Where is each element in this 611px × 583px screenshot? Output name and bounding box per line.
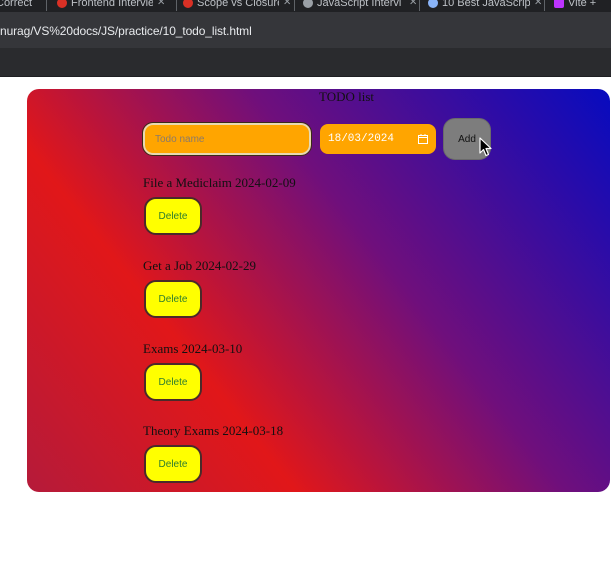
calendar-icon[interactable] — [418, 134, 428, 144]
todo-item: File a Mediclaim 2024-02-09 Delete — [143, 175, 296, 235]
tab-title: JavaScript Intervi — [317, 0, 402, 9]
tab-title: Scope vs Closure — [197, 0, 279, 9]
todo-text: Get a Job 2024-02-29 — [143, 258, 257, 273]
delete-button[interactable]: Delete — [144, 197, 202, 235]
date-value: 18/03/2024 — [328, 133, 395, 145]
delete-button[interactable]: Delete — [144, 445, 202, 483]
browser-tab[interactable]: 10 Best JavaScrip ✕ — [428, 0, 542, 12]
close-icon[interactable]: ✕ — [283, 0, 291, 11]
globe-icon — [428, 0, 438, 8]
delete-button[interactable]: Delete — [144, 363, 202, 401]
todo-item: Exams 2024-03-10 Delete — [143, 341, 243, 401]
browser-tab[interactable]: JavaScript Intervi ✕ — [303, 0, 417, 12]
youtube-icon — [183, 0, 193, 8]
url-text[interactable]: nurag/VS%20docs/JS/practice/10_todo_list… — [0, 24, 252, 38]
address-bar[interactable]: nurag/VS%20docs/JS/practice/10_todo_list… — [0, 12, 611, 48]
todo-card: TODO list 18/03/2024 Add File a Mediclai… — [27, 89, 610, 492]
tab-separator — [419, 0, 420, 11]
tab-strip: Correct Frontend Intervie ✕ Scope vs Clo… — [0, 0, 611, 12]
tab-title: Frontend Intervie — [71, 0, 153, 9]
browser-tab[interactable]: Scope vs Closure ✕ — [183, 0, 291, 12]
todo-item: Theory Exams 2024-03-18 Delete — [143, 423, 284, 483]
browser-tab[interactable]: Correct — [0, 0, 38, 12]
todo-date-input[interactable]: 18/03/2024 — [320, 124, 436, 154]
tab-separator — [176, 0, 177, 11]
globe-icon — [303, 0, 313, 8]
mouse-cursor-icon — [479, 137, 492, 157]
todo-text: Theory Exams 2024-03-18 — [143, 423, 284, 438]
tab-separator — [294, 0, 295, 11]
todo-item: Get a Job 2024-02-29 Delete — [143, 258, 257, 318]
youtube-icon — [57, 0, 67, 8]
todo-text: Exams 2024-03-10 — [143, 341, 243, 356]
delete-button[interactable]: Delete — [144, 280, 202, 318]
todo-name-input[interactable] — [142, 122, 312, 156]
bookmarks-bar — [0, 48, 611, 77]
close-icon[interactable]: ✕ — [409, 0, 417, 11]
browser-tab[interactable]: Vite + — [554, 0, 608, 12]
tab-separator — [46, 0, 47, 11]
close-icon[interactable]: ✕ — [157, 0, 165, 11]
tab-title: Correct — [0, 0, 33, 9]
tab-separator — [544, 0, 545, 11]
close-icon[interactable]: ✕ — [534, 0, 542, 11]
browser-tab[interactable]: Frontend Intervie ✕ — [57, 0, 165, 12]
vite-icon — [554, 0, 564, 8]
tab-title: 10 Best JavaScrip — [442, 0, 530, 9]
tab-title: Vite + — [568, 0, 597, 9]
page-title: TODO list — [319, 89, 375, 104]
todo-text: File a Mediclaim 2024-02-09 — [143, 175, 296, 190]
